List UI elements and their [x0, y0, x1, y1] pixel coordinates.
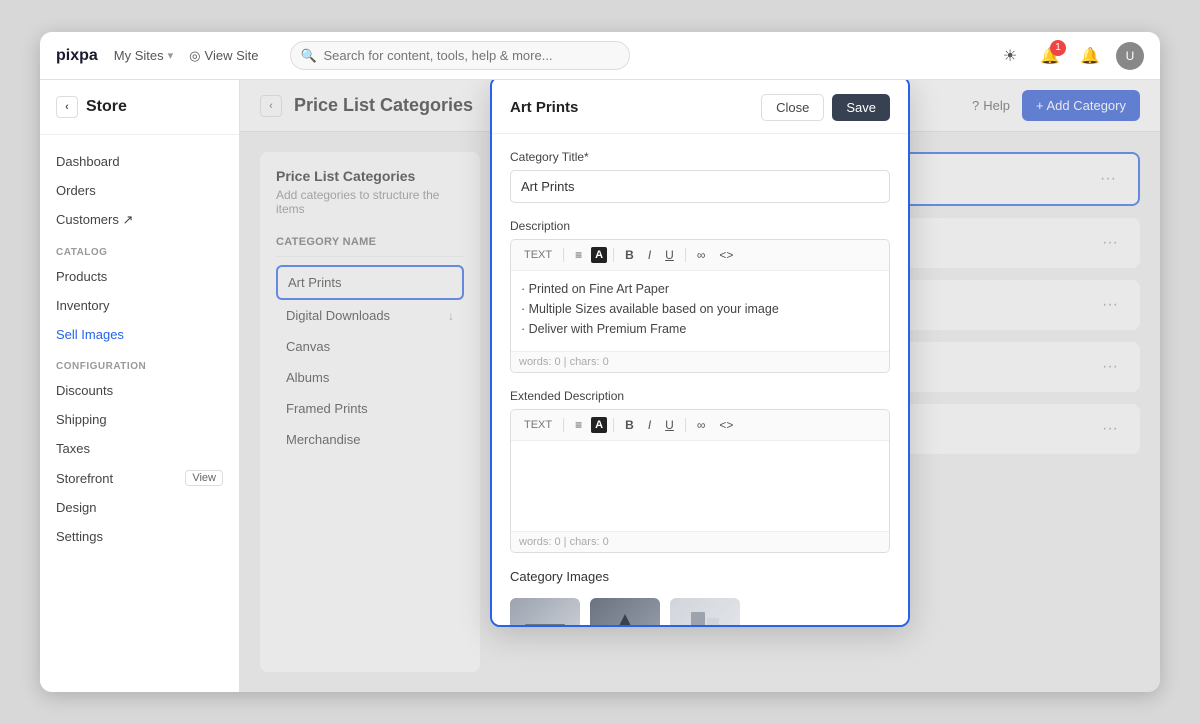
- sidebar: ‹ Store Dashboard Orders Customers ↗ CAT…: [40, 80, 240, 692]
- category-image-2[interactable]: [590, 598, 660, 627]
- ext-toolbar-align-btn[interactable]: ≡: [570, 416, 587, 434]
- ext-toolbar-color-btn[interactable]: A: [591, 417, 607, 433]
- notification-badge: 1: [1050, 40, 1066, 56]
- search-input[interactable]: [290, 41, 630, 70]
- modal-header-buttons: Close Save: [761, 94, 890, 121]
- description-line-2: · Multiple Sizes available based on your…: [521, 299, 879, 319]
- sidebar-item-discounts[interactable]: Discounts: [40, 376, 239, 405]
- toolbar-divider-2: [613, 248, 614, 262]
- alerts-icon[interactable]: 🔔: [1076, 42, 1104, 70]
- sidebar-header: ‹ Store: [40, 96, 239, 135]
- extended-chars-count: chars: 0: [570, 536, 609, 548]
- ext-toolbar-divider-1: [563, 418, 564, 432]
- ext-toolbar-divider-3: [685, 418, 686, 432]
- modal-save-button[interactable]: Save: [832, 94, 890, 121]
- logo[interactable]: pixpa: [56, 47, 98, 65]
- description-toolbar: TEXT ≡ A B I U ∞: [511, 240, 889, 271]
- ext-toolbar-text-btn[interactable]: TEXT: [519, 417, 557, 433]
- configuration-section-label: CONFIGURATION: [40, 349, 239, 376]
- modal-close-button[interactable]: Close: [761, 94, 824, 121]
- avatar-label: U: [1126, 49, 1135, 63]
- description-field: Description TEXT ≡ A B I: [510, 219, 890, 373]
- top-bar-actions: ☀ 🔔 1 🔔 U: [996, 42, 1144, 70]
- category-image-3[interactable]: [670, 598, 740, 627]
- extended-description-editor: TEXT ≡ A B I U ∞: [510, 409, 890, 553]
- view-badge: View: [185, 470, 223, 486]
- ext-toolbar-code-btn[interactable]: <>: [714, 416, 738, 434]
- sidebar-item-inventory[interactable]: Inventory: [40, 291, 239, 320]
- catalog-section-label: CATALOG: [40, 235, 239, 262]
- sidebar-item-customers[interactable]: Customers ↗: [40, 205, 239, 235]
- category-images-field: Category Images: [510, 569, 890, 627]
- extended-words-count: words: 0: [519, 536, 561, 548]
- toolbar-align-btn[interactable]: ≡: [570, 246, 587, 264]
- sidebar-item-design[interactable]: Design: [40, 493, 239, 522]
- category-title-label: Category Title*: [510, 150, 890, 164]
- extended-content[interactable]: [511, 441, 889, 531]
- sidebar-item-settings[interactable]: Settings: [40, 522, 239, 551]
- top-bar: pixpa My Sites ▾ ◎ View Site 🔍 ☀ 🔔 1 🔔 U: [40, 32, 1160, 80]
- content-area: ‹ Price List Categories ? Help + Add Cat…: [240, 80, 1160, 692]
- modal-header: Art Prints Close Save: [492, 80, 908, 134]
- ext-toolbar-divider-2: [613, 418, 614, 432]
- sidebar-item-sell-images[interactable]: Sell Images: [40, 320, 239, 349]
- sidebar-title: Store: [86, 98, 127, 116]
- my-sites-nav[interactable]: My Sites ▾: [114, 48, 173, 63]
- toolbar-underline-btn[interactable]: U: [660, 246, 679, 264]
- toolbar-text-btn[interactable]: TEXT: [519, 247, 557, 263]
- toolbar-link-btn[interactable]: ∞: [692, 246, 711, 264]
- toolbar-bold-btn[interactable]: B: [620, 246, 639, 264]
- description-editor: TEXT ≡ A B I U ∞: [510, 239, 890, 373]
- category-images-label: Category Images: [510, 569, 890, 584]
- toolbar-divider-1: [563, 248, 564, 262]
- description-content[interactable]: · Printed on Fine Art Paper · Multiple S…: [511, 271, 889, 351]
- sidebar-item-products[interactable]: Products: [40, 262, 239, 291]
- toolbar-divider-3: [685, 248, 686, 262]
- category-images-row: [510, 594, 890, 627]
- extended-description-field: Extended Description TEXT ≡ A B I: [510, 389, 890, 553]
- my-sites-label: My Sites: [114, 48, 164, 63]
- sidebar-item-taxes[interactable]: Taxes: [40, 434, 239, 463]
- modal-title: Art Prints: [510, 99, 578, 116]
- description-chars-count: chars: 0: [570, 356, 609, 368]
- ext-toolbar-link-btn[interactable]: ∞: [692, 416, 711, 434]
- description-footer: words: 0 | chars: 0: [511, 351, 889, 372]
- view-site-link[interactable]: ◎ View Site: [189, 48, 258, 64]
- extended-footer: words: 0 | chars: 0: [511, 531, 889, 552]
- modal-body: Category Title* Description TEXT ≡: [492, 134, 908, 627]
- search-icon: 🔍: [300, 48, 316, 64]
- description-line-3: · Deliver with Premium Frame: [521, 319, 879, 339]
- toolbar-italic-btn[interactable]: I: [643, 246, 656, 264]
- description-words-count: words: 0: [519, 356, 561, 368]
- theme-icon[interactable]: ☀: [996, 42, 1024, 70]
- description-label: Description: [510, 219, 890, 233]
- sidebar-item-shipping[interactable]: Shipping: [40, 405, 239, 434]
- my-sites-chevron: ▾: [168, 49, 174, 62]
- modal-overlay: Art Prints Close Save Category Title*: [240, 80, 1160, 692]
- search-bar[interactable]: 🔍: [290, 41, 630, 70]
- ext-toolbar-italic-btn[interactable]: I: [643, 416, 656, 434]
- toolbar-code-btn[interactable]: <>: [714, 246, 738, 264]
- main-layout: ‹ Store Dashboard Orders Customers ↗ CAT…: [40, 80, 1160, 692]
- category-title-field: Category Title*: [510, 150, 890, 203]
- avatar[interactable]: U: [1116, 42, 1144, 70]
- view-site-label: View Site: [205, 48, 259, 63]
- ext-toolbar-underline-btn[interactable]: U: [660, 416, 679, 434]
- extended-toolbar: TEXT ≡ A B I U ∞: [511, 410, 889, 441]
- ext-toolbar-bold-btn[interactable]: B: [620, 416, 639, 434]
- sidebar-item-storefront[interactable]: Storefront View: [40, 463, 239, 493]
- notification-bell[interactable]: 🔔 1: [1036, 42, 1064, 70]
- description-line-1: · Printed on Fine Art Paper: [521, 279, 879, 299]
- sidebar-item-orders[interactable]: Orders: [40, 176, 239, 205]
- modal: Art Prints Close Save Category Title*: [490, 80, 910, 627]
- sidebar-back-btn[interactable]: ‹: [56, 96, 78, 118]
- category-title-input[interactable]: [510, 170, 890, 203]
- view-site-icon: ◎: [189, 48, 200, 64]
- category-image-1[interactable]: [510, 598, 580, 627]
- extended-description-label: Extended Description: [510, 389, 890, 403]
- sidebar-item-dashboard[interactable]: Dashboard: [40, 147, 239, 176]
- toolbar-color-btn[interactable]: A: [591, 247, 607, 263]
